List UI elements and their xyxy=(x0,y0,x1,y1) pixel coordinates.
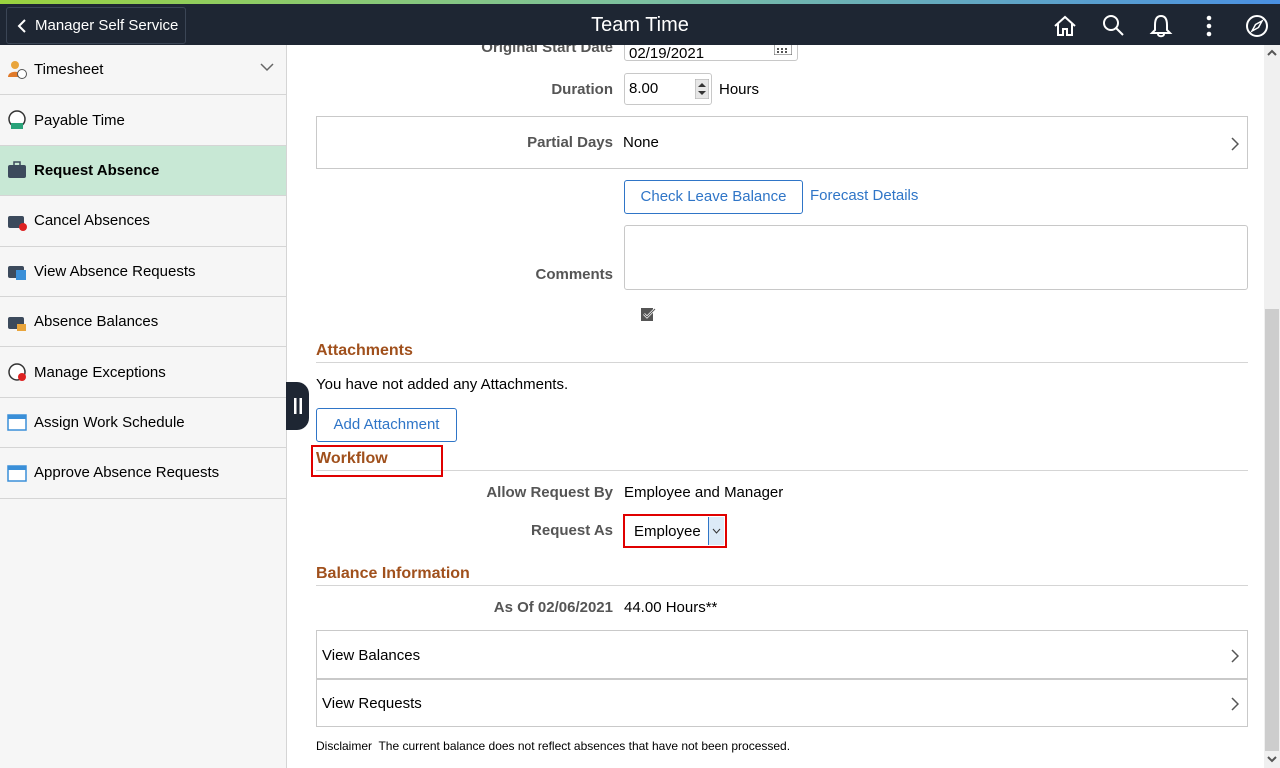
view-requests-row[interactable]: View Requests xyxy=(316,679,1248,727)
disclaimer: Disclaimer The current balance does not … xyxy=(316,739,791,753)
scrollbar-thumb[interactable] xyxy=(1265,309,1279,751)
main-content: Original Start Date 02/19/2021 Duration … xyxy=(287,45,1264,768)
bell-icon[interactable] xyxy=(1148,13,1174,39)
comments-label: Comments xyxy=(535,266,613,283)
comments-textarea[interactable] xyxy=(624,225,1248,290)
sidebar-item-view-absence-requests[interactable]: View Absence Requests xyxy=(0,247,286,297)
check-leave-balance-button[interactable]: Check Leave Balance xyxy=(624,180,803,214)
forecast-details-link[interactable]: Forecast Details xyxy=(810,187,918,204)
search-icon[interactable] xyxy=(1100,13,1126,39)
original-start-date-field[interactable]: 02/19/2021 xyxy=(624,45,798,62)
original-start-date-label: Original Start Date xyxy=(481,45,613,56)
header-bar: Manager Self Service Team Time xyxy=(0,4,1280,45)
spinner-icon[interactable] xyxy=(695,79,709,99)
duration-unit: Hours xyxy=(719,81,760,98)
partial-days-row[interactable]: Partial Days None xyxy=(316,116,1248,169)
sidebar-item-assign-work-schedule[interactable]: Assign Work Schedule xyxy=(0,398,286,449)
request-as-label: Request As xyxy=(531,522,613,539)
vertical-scrollbar[interactable] xyxy=(1264,45,1280,768)
sidebar-item-request-absence[interactable]: Request Absence xyxy=(0,145,286,197)
sidebar-item-payable-time[interactable]: Payable Time xyxy=(0,95,286,146)
chevron-right-icon xyxy=(1231,697,1239,711)
briefcase-icon xyxy=(8,161,26,179)
no-attachments-text: You have not added any Attachments. xyxy=(316,376,569,393)
compass-icon[interactable] xyxy=(1244,13,1270,39)
sidebar-item-manage-exceptions[interactable]: Manage Exceptions xyxy=(0,347,286,398)
timesheet-icon xyxy=(8,60,27,79)
balances-icon xyxy=(8,316,26,331)
home-icon[interactable] xyxy=(1052,13,1078,39)
view-requests-icon xyxy=(8,266,26,281)
add-attachment-button[interactable]: Add Attachment xyxy=(316,408,457,442)
approve-icon xyxy=(7,465,27,482)
sidebar-item-timesheet[interactable]: Timesheet xyxy=(0,45,286,96)
workflow-heading: Workflow xyxy=(316,450,1248,471)
sidebar-item-absence-balances[interactable]: Absence Balances xyxy=(0,297,286,348)
as-of-value: 44.00 Hours** xyxy=(624,599,718,616)
exceptions-icon xyxy=(8,363,26,382)
balance-information-heading: Balance Information xyxy=(316,565,1248,586)
chevron-down-icon xyxy=(708,517,724,545)
schedule-icon xyxy=(7,414,27,432)
sidebar-item-approve-absence-requests[interactable]: Approve Absence Requests xyxy=(0,448,286,499)
as-of-label: As Of 02/06/2021 xyxy=(493,599,613,616)
view-balances-row[interactable]: View Balances xyxy=(316,630,1248,679)
chevron-down-icon[interactable] xyxy=(260,63,274,72)
sidebar: Timesheet Payable Time Request Absence C… xyxy=(0,45,287,768)
scroll-down-icon[interactable] xyxy=(1267,756,1277,763)
allow-request-by-value: Employee and Manager xyxy=(624,484,784,501)
sidebar-item-cancel-absences[interactable]: Cancel Absences xyxy=(0,196,286,247)
highlight-box-workflow xyxy=(311,445,443,477)
calendar-icon[interactable] xyxy=(774,45,792,55)
spellcheck-icon[interactable] xyxy=(640,306,656,322)
page-title: Team Time xyxy=(591,14,689,36)
partial-days-value: None xyxy=(623,134,659,151)
scroll-up-icon[interactable] xyxy=(1267,49,1277,56)
duration-label: Duration xyxy=(551,81,613,98)
cancel-absence-icon xyxy=(8,215,27,231)
more-icon[interactable] xyxy=(1196,13,1222,39)
attachments-heading: Attachments xyxy=(316,342,1248,363)
payable-time-icon xyxy=(8,110,26,130)
allow-request-by-label: Allow Request By xyxy=(486,484,613,501)
chevron-right-icon xyxy=(1231,649,1239,663)
chevron-right-icon xyxy=(1231,137,1239,151)
request-as-select[interactable]: Employee xyxy=(626,517,724,545)
partial-days-label: Partial Days xyxy=(527,134,613,151)
